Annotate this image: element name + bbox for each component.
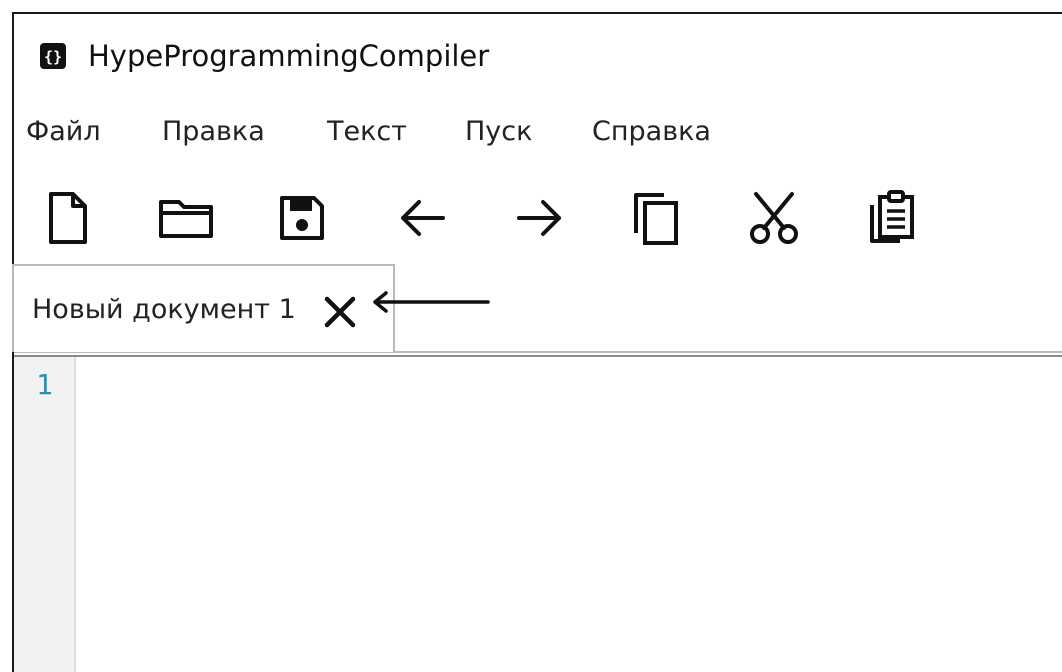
- new-file-button[interactable]: [38, 186, 98, 250]
- menu-edit[interactable]: Правка: [162, 112, 265, 152]
- menu-file[interactable]: Файл: [26, 112, 101, 152]
- svg-text:{}: {}: [44, 48, 62, 66]
- save-icon: [280, 196, 324, 240]
- redo-arrow-icon: [517, 200, 561, 236]
- line-number: 1: [36, 368, 53, 401]
- window-title: HypeProgrammingCompiler: [88, 39, 490, 73]
- menu-run[interactable]: Пуск: [465, 112, 532, 152]
- annotation-arrow-icon: [373, 291, 490, 313]
- copy-button[interactable]: [626, 186, 686, 250]
- app-window: {} HypeProgrammingCompiler Файл Правка Т…: [12, 12, 1062, 672]
- tab-label: Новый документ 1: [32, 294, 296, 325]
- menu-bar: Файл Правка Текст Пуск Справка: [14, 112, 1062, 156]
- paste-button[interactable]: [862, 186, 922, 250]
- code-text-area[interactable]: [76, 357, 1062, 672]
- open-folder-icon: [159, 200, 213, 238]
- app-braces-icon: {}: [40, 43, 66, 69]
- code-editor: 1: [14, 355, 1062, 672]
- copy-icon: [634, 193, 678, 245]
- toolbar: [14, 186, 1062, 256]
- cut-button[interactable]: [744, 186, 804, 250]
- paste-icon: [870, 190, 914, 243]
- open-file-button[interactable]: [156, 186, 216, 250]
- undo-button[interactable]: [392, 186, 452, 250]
- menu-help[interactable]: Справка: [592, 112, 711, 152]
- redo-button[interactable]: [510, 186, 570, 250]
- save-button[interactable]: [272, 186, 332, 250]
- tab-close-icon[interactable]: [322, 294, 358, 330]
- cut-icon: [750, 192, 798, 244]
- new-file-icon: [49, 192, 87, 244]
- menu-text[interactable]: Текст: [327, 112, 407, 152]
- tab-document-1[interactable]: Новый документ 1: [12, 264, 395, 352]
- title-bar: {} HypeProgrammingCompiler: [14, 14, 1062, 94]
- undo-arrow-icon: [401, 200, 445, 236]
- line-number-gutter: 1: [14, 357, 76, 672]
